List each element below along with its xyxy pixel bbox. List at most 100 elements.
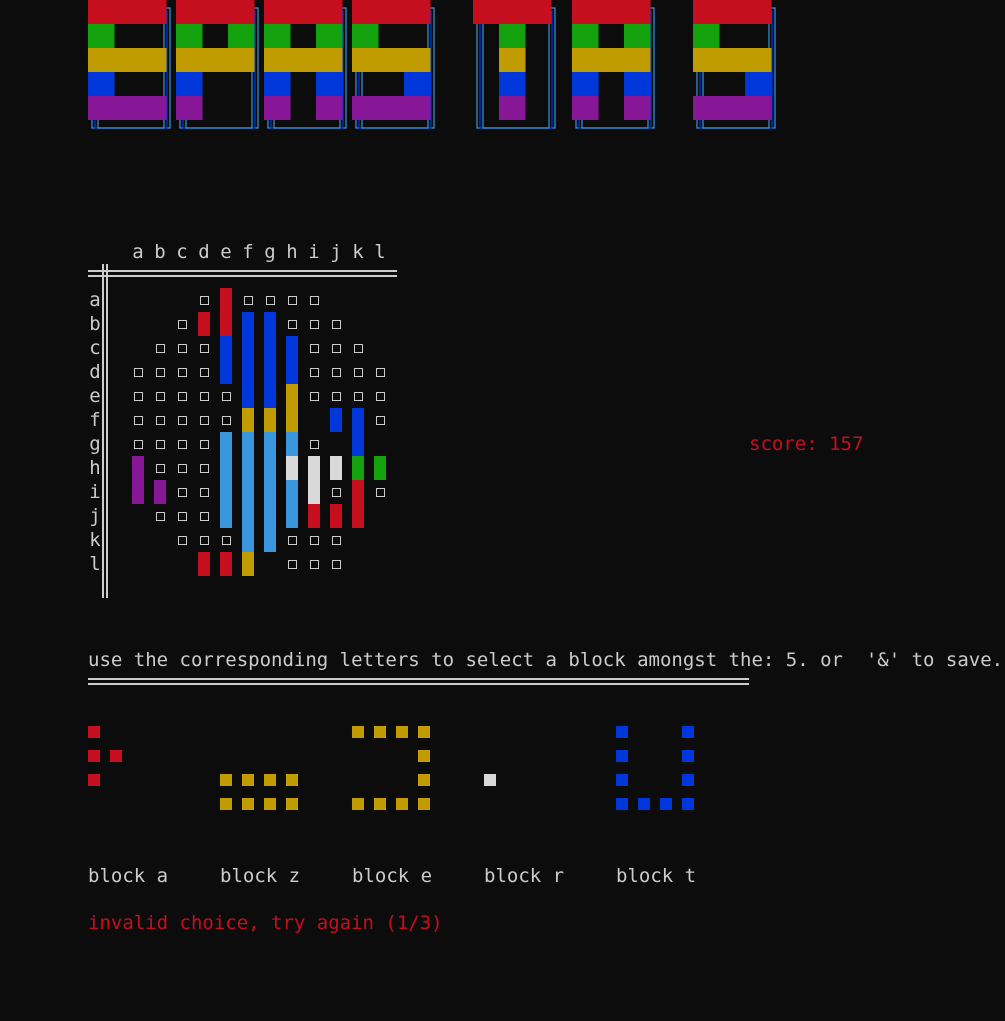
board-empty-cell [134,416,143,425]
block-cell [220,774,232,786]
board-empty-cell [200,488,209,497]
logo-pixel [176,96,203,120]
board-filled-block [264,312,276,408]
logo-pixel [624,24,651,48]
board-filled-block [308,456,320,504]
board-filled-block [308,504,320,528]
board-empty-cell [156,392,165,401]
logo-pixel [176,24,203,48]
block-cell [110,750,122,762]
block-cell [418,726,430,738]
logo-pixel [316,72,343,96]
logo-pixel [378,0,405,24]
board-empty-cell [310,440,319,449]
logo-pixel [264,0,291,24]
block-cell [616,726,628,738]
logo-pixel [228,48,255,72]
logo-pixel [290,0,317,24]
board-empty-cell [200,392,209,401]
logo-pixel [378,96,405,120]
logo-pixel [745,72,772,96]
logo-pixel [624,48,651,72]
block-cell [682,750,694,762]
board-empty-cell [178,536,187,545]
column-letter-b: b [154,241,166,263]
board-empty-cell [332,344,341,353]
column-letter-k: k [352,241,364,263]
board-filled-block [352,480,364,528]
board-empty-cell [200,296,209,305]
board-empty-cell [244,296,253,305]
logo-pixel [114,48,141,72]
logo-pixel [140,48,167,72]
block-cell [418,774,430,786]
logo-pixel [114,0,141,24]
board-empty-cell [310,392,319,401]
logo-pixel [745,48,772,72]
board-empty-cell [354,368,363,377]
logo-pixel [352,48,379,72]
board-filled-block [352,408,364,456]
logo-pixel [572,96,599,120]
board-empty-cell [222,416,231,425]
logo-pixel [176,48,203,72]
board-filled-block [198,312,210,336]
logo-pixel [693,48,720,72]
board-filled-block [220,336,232,384]
board-filled-block [198,552,210,576]
board-border [88,275,397,277]
board-empty-cell [178,344,187,353]
logo-letter [693,0,776,129]
board-filled-block [264,408,276,432]
logo-pixel [719,48,746,72]
row-letter-f: f [89,409,101,431]
column-letter-e: e [220,241,232,263]
logo-pixel [140,96,167,120]
board-empty-cell [332,536,341,545]
board-filled-block [374,456,386,480]
row-letter-j: j [89,505,101,527]
board-empty-cell [156,440,165,449]
board-filled-block [220,552,232,576]
logo-pixel [228,24,255,48]
logo-pixel [264,72,291,96]
column-letter-l: l [374,241,386,263]
logo-pixel [264,24,291,48]
column-letter-g: g [264,241,276,263]
logo-pixel [598,48,625,72]
board-empty-cell [288,296,297,305]
logo-pixel [499,96,526,120]
column-letter-a: a [132,241,144,263]
block-cell [88,774,100,786]
board-empty-cell [200,416,209,425]
row-letter-i: i [89,481,101,503]
logo-pixel [404,48,431,72]
row-letter-g: g [89,433,101,455]
logo-pixel [499,72,526,96]
board-empty-cell [310,296,319,305]
board-empty-cell [200,464,209,473]
block-choice-label: block a [88,865,169,887]
board-empty-cell [376,392,385,401]
logo-pixel [228,0,255,24]
logo-pixel [88,0,115,24]
logo-pixel [404,0,431,24]
board-filled-block [330,456,342,480]
block-choice-label: block r [484,865,565,887]
board-empty-cell [134,440,143,449]
column-letter-i: i [308,241,320,263]
logo-pixel [88,24,115,48]
board-border [106,264,108,598]
block-cell [242,774,254,786]
logo-pixel [378,48,405,72]
block-cell [242,798,254,810]
board-filled-block [286,480,298,528]
logo-letter [264,0,347,129]
row-letter-b: b [89,313,101,335]
block-cell [616,774,628,786]
logo-pixel [352,96,379,120]
logo-pixel [316,24,343,48]
block-cell [264,774,276,786]
logo-pixel [290,48,317,72]
logo-pixel [264,96,291,120]
